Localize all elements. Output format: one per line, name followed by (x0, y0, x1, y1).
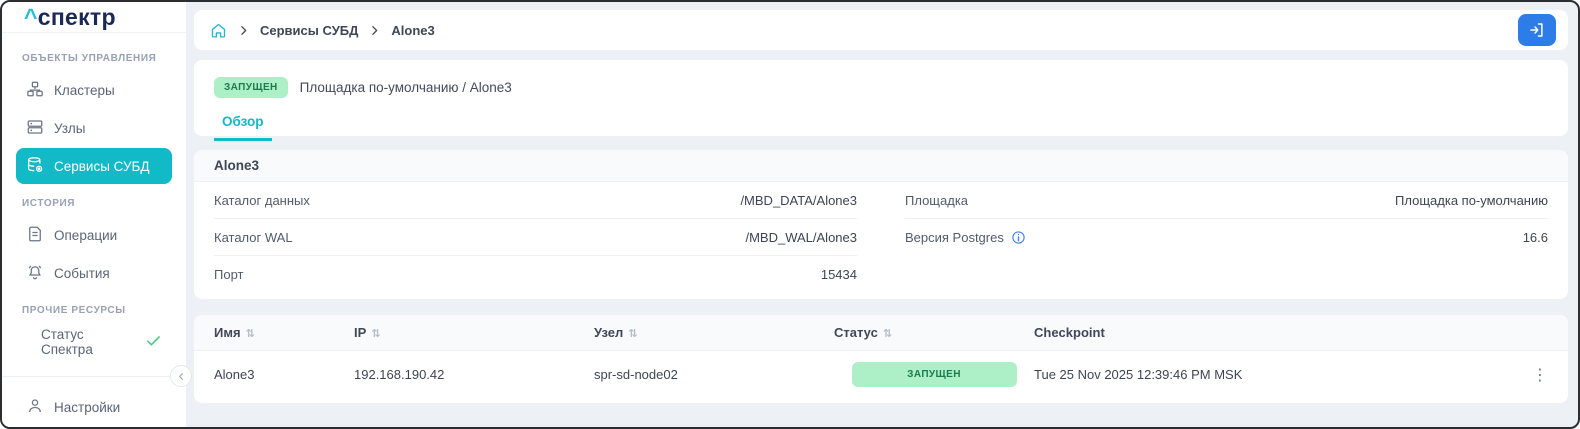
nav-section-history: ИСТОРИЯ (22, 198, 166, 209)
sidebar-item-clusters[interactable]: Кластеры (16, 72, 172, 108)
column-header-ip[interactable]: IP⇅ (354, 325, 594, 340)
logout-button[interactable] (1518, 14, 1556, 46)
cell-node: spr-sd-node02 (594, 367, 834, 382)
sidebar-item-label: События (54, 266, 110, 281)
service-header-card: ЗАПУЩЕН Площадка по-умолчанию / Alone3 О… (194, 60, 1568, 136)
detail-label: Площадка (905, 193, 968, 208)
detail-label: Каталог WAL (214, 230, 293, 245)
detail-row-postgres-version: Версия Postgres 16.6 (905, 219, 1548, 256)
sidebar-item-settings[interactable]: Настройки (16, 389, 172, 425)
details-left-column: Каталог данных /MBD_DATA/Alone3 Каталог … (214, 182, 857, 293)
document-icon (26, 225, 44, 246)
detail-row-data-catalog: Каталог данных /MBD_DATA/Alone3 (214, 182, 857, 219)
detail-value: /MBD_WAL/Alone3 (745, 230, 857, 245)
detail-value: 16.6 (1523, 230, 1548, 245)
logout-icon (1528, 21, 1546, 39)
app-window: ^спектр ОБЪЕКТЫ УПРАВЛЕНИЯ Кластеры Узлы (0, 0, 1580, 429)
sidebar-item-nodes[interactable]: Узлы (16, 110, 172, 146)
detail-value: 15434 (821, 267, 857, 282)
sort-icon[interactable]: ⇅ (371, 327, 380, 340)
logo-caret: ^ (24, 4, 38, 30)
status-badge: ЗАПУЩЕН (852, 362, 1017, 387)
sort-icon[interactable]: ⇅ (628, 327, 637, 340)
sidebar-item-operations[interactable]: Операции (16, 217, 172, 253)
bell-icon (26, 263, 44, 284)
instances-table: Имя⇅ IP⇅ Узел⇅ Статус⇅ Checkpoint Alone3… (194, 315, 1568, 403)
table-header-row: Имя⇅ IP⇅ Узел⇅ Статус⇅ Checkpoint (194, 315, 1568, 351)
breadcrumb: Сервисы СУБД Alone3 (194, 10, 1568, 50)
cell-status: ЗАПУЩЕН (834, 362, 1034, 387)
chevron-right-icon (237, 24, 250, 37)
clusters-icon (26, 80, 44, 101)
sidebar: ^спектр ОБЪЕКТЫ УПРАВЛЕНИЯ Кластеры Узлы (2, 2, 186, 427)
nav-section-other: ПРОЧИЕ РЕСУРСЫ (22, 305, 166, 316)
info-icon[interactable] (1011, 230, 1026, 245)
database-icon (26, 156, 44, 177)
sort-icon[interactable]: ⇅ (883, 327, 892, 340)
sidebar-item-label: Кластеры (54, 83, 115, 98)
breadcrumb-item-db-services[interactable]: Сервисы СУБД (260, 23, 358, 38)
detail-row-wal-catalog: Каталог WAL /MBD_WAL/Alone3 (214, 219, 857, 256)
sort-icon[interactable]: ⇅ (246, 327, 255, 340)
column-header-checkpoint: Checkpoint (1034, 325, 1516, 340)
detail-row-port: Порт 15434 (214, 256, 857, 293)
sidebar-item-label: Узлы (54, 121, 85, 136)
sidebar-item-label: Сервисы СУБД (54, 159, 150, 174)
sidebar-item-label: Настройки (54, 400, 120, 415)
table-row[interactable]: Alone3 192.168.190.42 spr-sd-node02 ЗАПУ… (194, 351, 1568, 397)
detail-value: Площадка по-умолчанию (1395, 193, 1548, 208)
detail-value: /MBD_DATA/Alone3 (740, 193, 857, 208)
cell-checkpoint: Tue 25 Nov 2025 12:39:46 PM MSK (1034, 367, 1516, 382)
chevron-right-icon (368, 24, 381, 37)
sidebar-item-spectr-status[interactable]: Статус Спектра (16, 324, 172, 360)
servers-icon (26, 118, 44, 139)
cell-name: Alone3 (214, 367, 354, 382)
tab-overview[interactable]: Обзор (214, 110, 272, 141)
logo: ^спектр (2, 2, 186, 33)
detail-label: Каталог данных (214, 193, 310, 208)
status-badge: ЗАПУЩЕН (214, 77, 288, 98)
sidebar-item-label: Операции (54, 228, 117, 243)
details-right-column: Площадка Площадка по-умолчанию Версия Po… (905, 182, 1548, 293)
row-menu-button[interactable]: ⋮ (1532, 365, 1548, 384)
page-title: Площадка по-умолчанию / Alone3 (300, 80, 512, 95)
sidebar-nav: ОБЪЕКТЫ УПРАВЛЕНИЯ Кластеры Узлы Сервисы… (2, 33, 186, 427)
detail-label: Версия Postgres (905, 230, 1004, 245)
logo-text: спектр (38, 4, 116, 30)
breadcrumb-item-current[interactable]: Alone3 (391, 23, 434, 38)
main-area: Сервисы СУБД Alone3 ЗАПУЩЕН Площадка по-… (186, 2, 1578, 427)
sidebar-divider (2, 376, 186, 377)
details-section-title: Alone3 (194, 150, 1568, 182)
home-icon[interactable] (210, 22, 227, 39)
collapse-sidebar-button[interactable] (170, 365, 192, 387)
detail-label: Порт (214, 267, 243, 282)
column-header-node[interactable]: Узел⇅ (594, 325, 834, 340)
cell-ip: 192.168.190.42 (354, 367, 594, 382)
detail-row-site: Площадка Площадка по-умолчанию (905, 182, 1548, 219)
column-header-name[interactable]: Имя⇅ (214, 325, 354, 340)
check-icon (145, 332, 162, 352)
sidebar-item-label: Статус Спектра (41, 327, 129, 357)
nav-section-management: ОБЪЕКТЫ УПРАВЛЕНИЯ (22, 53, 166, 64)
column-header-status[interactable]: Статус⇅ (834, 325, 1034, 340)
sidebar-item-events[interactable]: События (16, 255, 172, 291)
service-details-card: Alone3 Каталог данных /MBD_DATA/Alone3 К… (194, 150, 1568, 299)
sidebar-item-db-services[interactable]: Сервисы СУБД (16, 148, 172, 184)
user-icon (26, 397, 44, 418)
